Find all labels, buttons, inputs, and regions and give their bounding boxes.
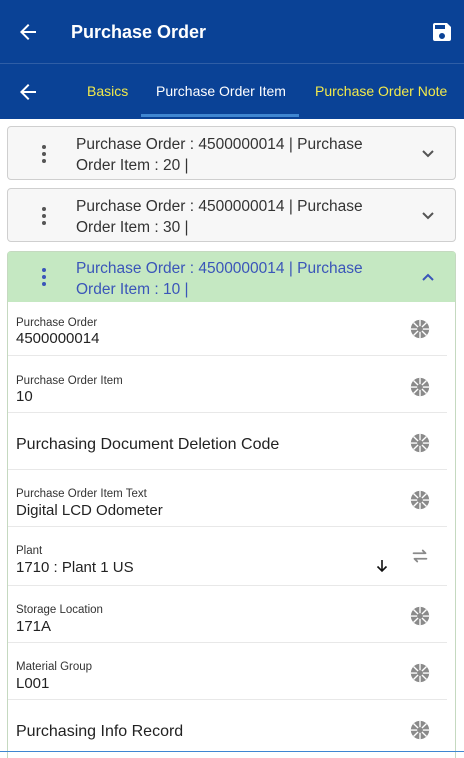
page-title: Purchase Order [71, 22, 207, 42]
camera-aperture-icon[interactable] [409, 376, 431, 398]
field-label: Storage Location [16, 604, 103, 616]
field-label: Purchase Order Item [16, 375, 123, 387]
field-value: 1710 : Plant 1 US [16, 559, 134, 576]
app-bar: Purchase Order [0, 0, 464, 63]
field-label: Material Group [16, 661, 93, 673]
field-value: Digital LCD Odometer [16, 502, 163, 519]
field-purchasing-info-record[interactable]: Purchasing Info Record [8, 701, 447, 753]
camera-aperture-icon[interactable] [409, 318, 431, 340]
field-value: 171A [16, 618, 52, 635]
more-vert-icon[interactable] [38, 206, 50, 226]
camera-aperture-icon[interactable] [409, 719, 431, 741]
field-storage-location[interactable]: Storage Location 171A [8, 587, 447, 643]
camera-aperture-icon[interactable] [409, 432, 431, 454]
chevron-down-icon[interactable] [419, 145, 437, 163]
chevron-down-icon[interactable] [419, 207, 437, 225]
field-value: Purchasing Document Deletion Code [16, 436, 280, 453]
field-material-group[interactable]: Material Group L001 [8, 644, 447, 700]
field-purchase-order-item[interactable]: Purchase Order Item 10 [8, 357, 447, 413]
field-plant[interactable]: Plant 1710 : Plant 1 US [8, 528, 447, 586]
camera-aperture-icon[interactable] [409, 489, 431, 511]
more-vert-icon[interactable] [38, 267, 50, 287]
field-value: Purchasing Info Record [16, 723, 184, 740]
arrow-down-icon[interactable] [375, 559, 389, 573]
arrow-left-icon[interactable] [16, 80, 40, 104]
field-value: 10 [16, 388, 33, 405]
item-title: Purchase Order : 4500000014 | Purchase O… [76, 198, 363, 236]
field-value: 4500000014 [16, 330, 100, 347]
chevron-up-icon[interactable] [419, 268, 437, 286]
main-content: Purchase Order : 4500000014 | Purchase O… [0, 119, 464, 758]
camera-aperture-icon[interactable] [409, 662, 431, 684]
list-item[interactable]: Purchase Order : 4500000014 | Purchase O… [7, 188, 456, 242]
tab-bar: Basics Purchase Order Item Purchase Orde… [0, 63, 464, 119]
field-label: Purchase Order Item Text [16, 488, 147, 500]
field-purchase-order[interactable]: Purchase Order 4500000014 [8, 304, 447, 356]
tab-basics[interactable]: Basics [87, 83, 128, 100]
list-item[interactable]: Purchase Order : 4500000014 | Purchase O… [7, 126, 456, 180]
field-label: Plant [16, 545, 43, 557]
arrow-left-icon[interactable] [16, 20, 40, 44]
swap-icon[interactable] [409, 545, 431, 567]
tab-purchase-order-item[interactable]: Purchase Order Item [156, 83, 286, 100]
expanded-item-header[interactable]: Purchase Order : 4500000014 | Purchase O… [8, 252, 455, 302]
active-tab-indicator [141, 114, 299, 117]
field-purchase-order-item-text[interactable]: Purchase Order Item Text Digital LCD Odo… [8, 471, 447, 527]
camera-aperture-icon[interactable] [409, 605, 431, 627]
item-title: Purchase Order : 4500000014 | Purchase O… [76, 136, 363, 174]
field-label: Purchase Order [16, 317, 98, 329]
bottom-divider [0, 751, 464, 752]
save-icon[interactable] [430, 20, 454, 44]
field-value: L001 [16, 675, 50, 692]
field-purchasing-document-deletion-code[interactable]: Purchasing Document Deletion Code [8, 414, 447, 470]
more-vert-icon[interactable] [38, 144, 50, 164]
item-title: Purchase Order : 4500000014 | Purchase O… [76, 260, 363, 298]
tab-purchase-order-note[interactable]: Purchase Order Note [315, 83, 447, 100]
